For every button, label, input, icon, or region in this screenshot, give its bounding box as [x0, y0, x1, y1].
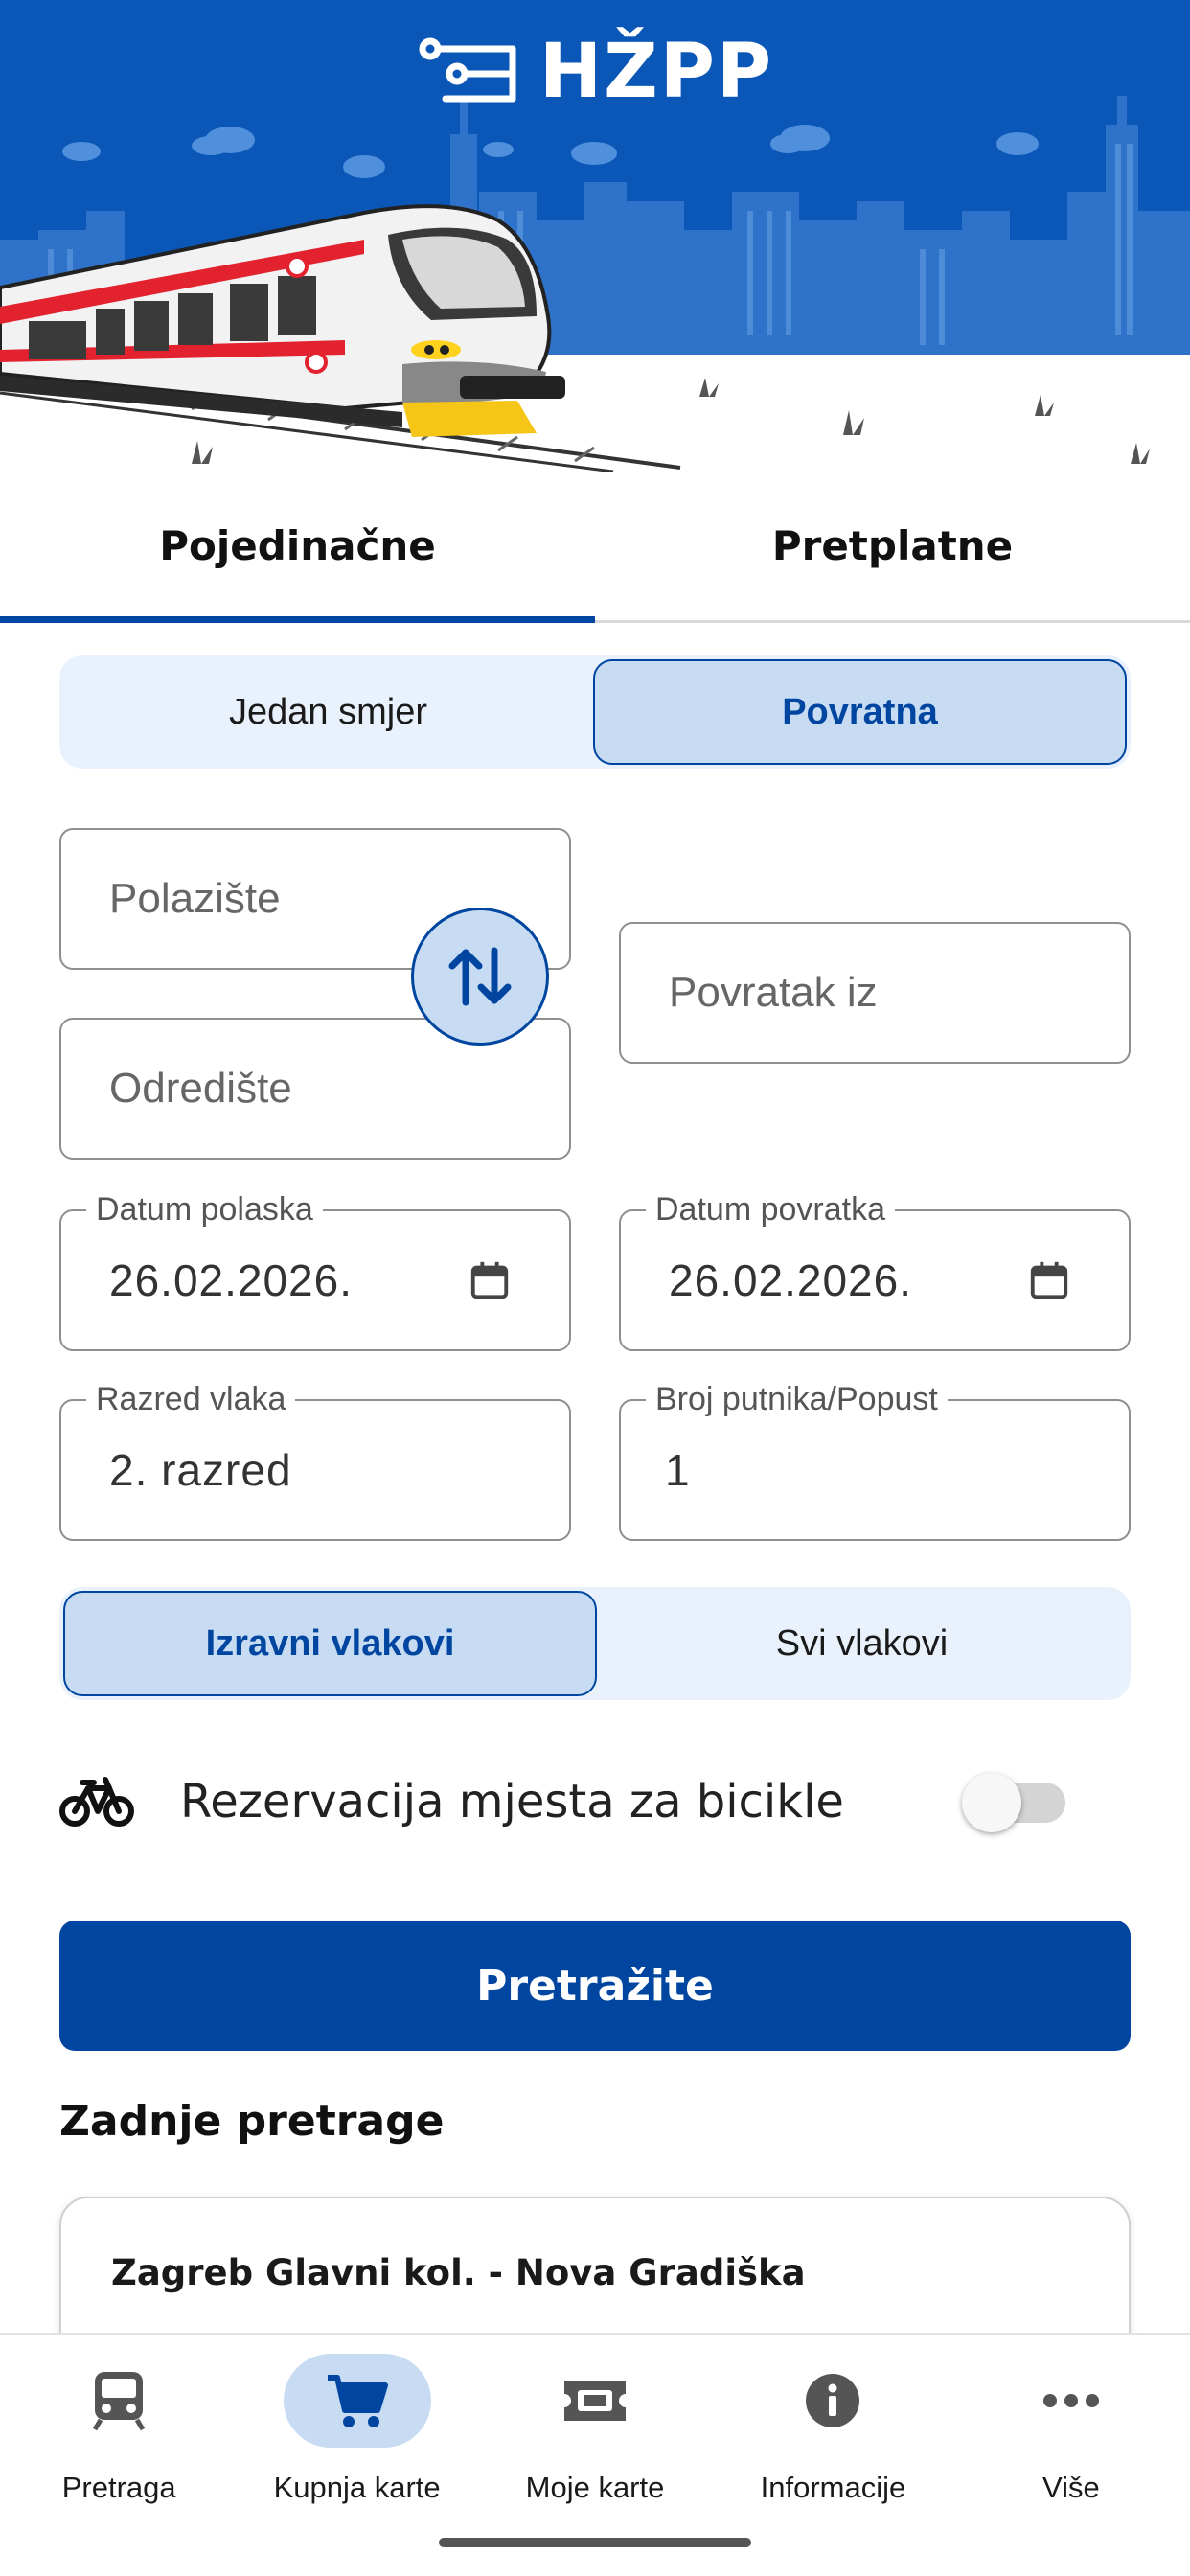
return-option[interactable]: Povratna — [593, 659, 1127, 765]
passengers-label: Broj putnika/Popust — [646, 1380, 948, 1418]
passengers-field[interactable]: Broj putnika/Popust 1 — [619, 1380, 1131, 1541]
nav-item-vise[interactable]: Više — [952, 2334, 1190, 2576]
swap-arrows-icon — [448, 947, 512, 1006]
nav-label: Moje karte — [525, 2471, 665, 2504]
more-icon — [1042, 2394, 1099, 2407]
ticket-icon — [564, 2380, 627, 2421]
bicycle-icon — [59, 1777, 134, 1827]
circuit-logo-icon — [419, 37, 516, 103]
direct-trains-option[interactable]: Izravni vlakovi — [63, 1591, 597, 1696]
return-date-label: Datum povratka — [646, 1190, 895, 1229]
calendar-icon — [470, 1261, 509, 1300]
swap-stations-button[interactable] — [411, 908, 549, 1046]
calendar-icon — [1030, 1261, 1068, 1300]
tab-label: Pretplatne — [771, 522, 1014, 569]
trip-type-segment: Jedan smjer Povratna — [59, 656, 1131, 769]
bike-reservation-row: Rezervacija mjesta za bicikle — [59, 1754, 1131, 1850]
toggle-thumb — [962, 1773, 1021, 1832]
ticket-type-tabs: Pojedinačne Pretplatne — [0, 472, 1190, 623]
one-way-option[interactable]: Jedan smjer — [63, 659, 593, 765]
cart-icon — [327, 2375, 388, 2427]
nav-label: Pretraga — [61, 2471, 176, 2504]
train-class-label: Razred vlaka — [86, 1380, 296, 1418]
info-icon — [806, 2374, 860, 2427]
nav-pill — [997, 2354, 1145, 2448]
return-from-field[interactable]: Povratak iz — [619, 922, 1131, 1064]
departure-date-value: 26.02.2026. — [109, 1255, 354, 1305]
tab-label: Pojedinačne — [159, 522, 436, 569]
return-date-field[interactable]: Datum povratka 26.02.2026. — [619, 1190, 1131, 1351]
passengers-value: 1 — [665, 1445, 691, 1495]
departure-date-field[interactable]: Datum polaska 26.02.2026. — [59, 1190, 571, 1351]
nav-label: Kupnja karte — [273, 2471, 441, 2504]
train-filter-segment: Izravni vlakovi Svi vlakovi — [59, 1587, 1131, 1700]
all-trains-option[interactable]: Svi vlakovi — [597, 1591, 1127, 1696]
search-button[interactable]: Pretražite — [59, 1920, 1131, 2051]
tab-pretplatne[interactable]: Pretplatne — [595, 472, 1190, 620]
nav-pill — [521, 2354, 669, 2448]
nav-pill — [283, 2354, 431, 2448]
origin-placeholder: Polazište — [109, 875, 281, 922]
nav-label: Više — [1041, 2471, 1100, 2504]
nav-pill — [45, 2354, 193, 2448]
logo-text: HŽPP — [538, 29, 774, 115]
return-date-value: 26.02.2026. — [669, 1255, 913, 1305]
nav-pill — [759, 2354, 906, 2448]
train-class-field[interactable]: Razred vlaka 2. razred — [59, 1380, 571, 1541]
return-from-placeholder: Povratak iz — [669, 969, 878, 1016]
home-indicator[interactable] — [439, 2538, 751, 2547]
tab-pojedinacne[interactable]: Pojedinačne — [0, 472, 595, 623]
bike-reservation-toggle[interactable] — [962, 1773, 1065, 1832]
bike-reservation-label: Rezervacija mjesta za bicikle — [180, 1775, 844, 1828]
hzpp-logo: HŽPP — [0, 29, 1190, 115]
nav-item-pretraga[interactable]: Pretraga — [0, 2334, 238, 2576]
nav-label: Informacije — [760, 2471, 906, 2504]
recent-searches-title: Zadnje pretrage — [59, 2097, 445, 2146]
recent-route-label: Zagreb Glavni kol. - Nova Gradiška — [111, 2252, 806, 2293]
train-class-value: 2. razred — [109, 1445, 292, 1495]
departure-date-label: Datum polaska — [86, 1190, 323, 1229]
header-banner: HŽPP — [0, 0, 1190, 472]
train-icon — [93, 2372, 146, 2431]
destination-placeholder: Odredište — [109, 1065, 292, 1112]
